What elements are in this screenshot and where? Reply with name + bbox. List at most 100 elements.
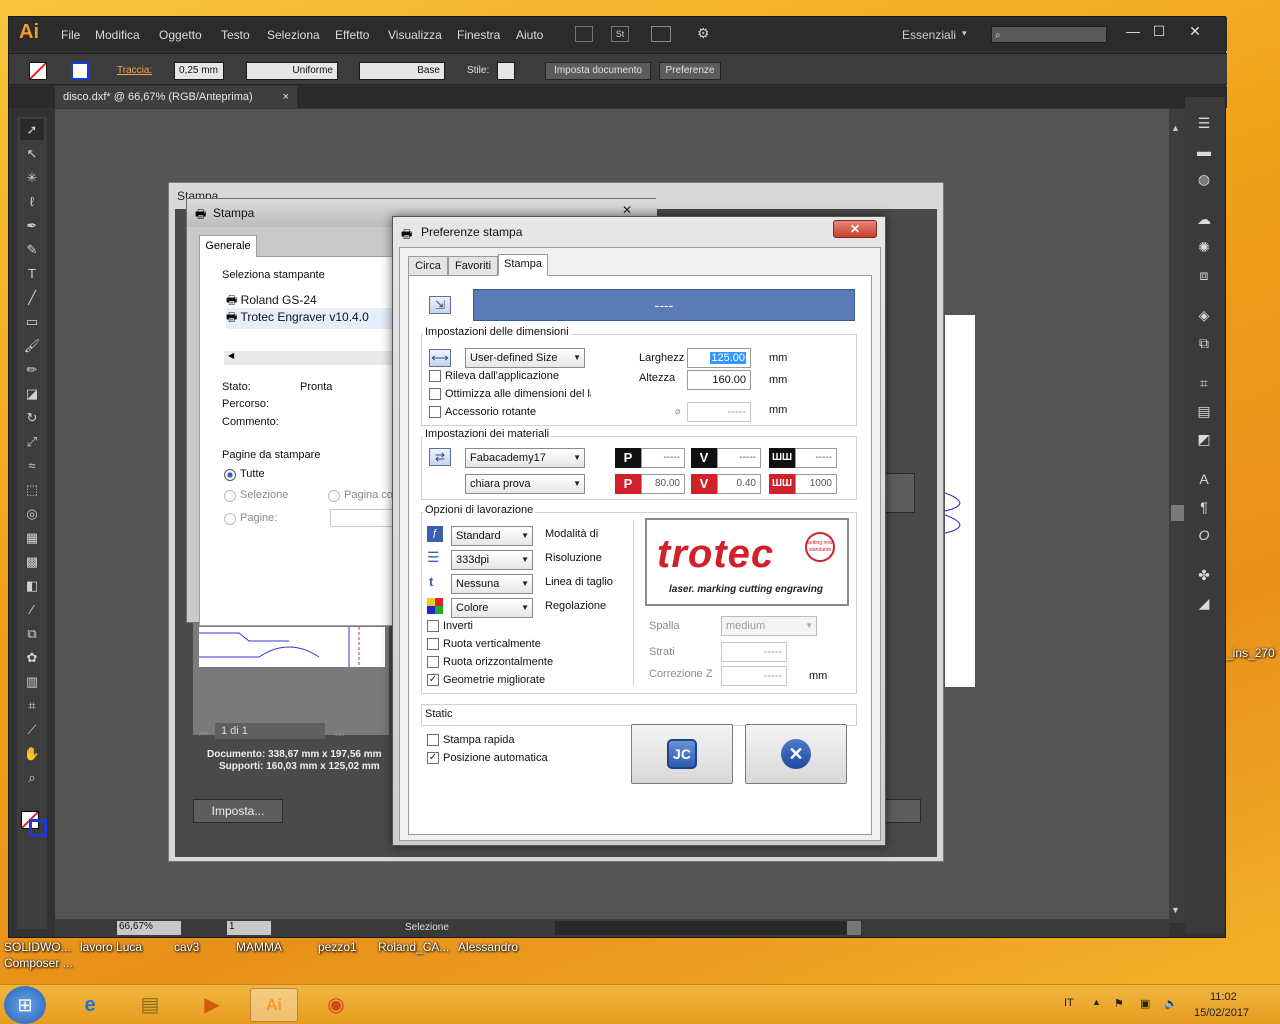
graphic-styles-icon[interactable]: ◢ <box>1193 593 1215 613</box>
pathfinder-panel-icon[interactable]: ◩ <box>1193 429 1215 449</box>
tab-circa[interactable]: Circa <box>408 256 448 276</box>
free-transform-icon[interactable]: ⬚ <box>20 479 44 500</box>
printer-settings-icon[interactable]: ⇲ <box>429 296 451 314</box>
preferences-button[interactable]: Preferenze <box>659 62 721 80</box>
menu-oggetto[interactable]: Oggetto <box>159 28 202 42</box>
menu-seleziona[interactable]: Seleziona <box>267 28 320 42</box>
search-input[interactable]: ⌕ <box>991 26 1107 43</box>
stroke-weight-input[interactable]: 0,25 mm <box>174 62 224 80</box>
bridge-icon[interactable] <box>575 26 593 42</box>
process-mode-select[interactable]: Standard ▼ <box>451 526 533 546</box>
export-panel-icon[interactable]: ⧈ <box>1193 265 1215 285</box>
cancel-button[interactable]: ✕ <box>745 724 847 784</box>
symbols-panel-icon[interactable]: ✺ <box>1193 237 1215 257</box>
blend-icon[interactable]: ⧉ <box>20 623 44 644</box>
diameter-input[interactable]: ----- <box>687 402 751 422</box>
layers-input[interactable]: ----- <box>721 642 787 662</box>
clock-time[interactable]: 11:02 <box>1210 991 1237 1003</box>
zoom-icon[interactable]: ⌕ <box>20 767 44 788</box>
swatches-panel-icon[interactable]: ◍ <box>1193 169 1215 189</box>
language-indicator[interactable]: IT <box>1064 997 1074 1009</box>
height-input[interactable]: 160.00 <box>687 370 751 390</box>
tab-stampa[interactable]: Stampa <box>498 254 548 276</box>
clock-date[interactable]: 15/02/2017 <box>1194 1007 1249 1019</box>
menu-modifica[interactable]: Modifica <box>95 28 140 42</box>
detect-from-app-checkbox[interactable] <box>429 370 441 382</box>
auto-position-checkbox[interactable]: ✓ <box>427 752 439 764</box>
scroll-up-icon[interactable]: ▲ <box>1171 123 1180 133</box>
stroke-swatch[interactable] <box>71 62 89 80</box>
material-select[interactable]: Fabacademy17 ▼ <box>465 448 585 468</box>
vertical-scrollbar[interactable]: ▲ ▼ <box>1169 109 1185 923</box>
align-panel-icon[interactable]: ▤ <box>1193 401 1215 421</box>
desktop-icon-label[interactable]: SOLIDWO... <box>4 940 71 954</box>
horizontal-scrollbar[interactable] <box>555 921 855 935</box>
style-swatch[interactable] <box>497 62 515 80</box>
color-panel-icon[interactable]: ▬ <box>1193 141 1215 161</box>
lasso-icon[interactable]: ℓ <box>20 191 44 212</box>
desktop-icon-label[interactable]: _ins_270 <box>1226 646 1275 660</box>
layers-panel-icon[interactable]: ◈ <box>1193 305 1215 325</box>
desktop-icon-label[interactable]: MAMMA <box>236 940 282 954</box>
magic-wand-icon[interactable]: ✳ <box>20 167 44 188</box>
properties-panel-icon[interactable]: ☰ <box>1193 113 1215 133</box>
first-page-icon[interactable]: ⏮ <box>199 729 208 740</box>
action-center-icon[interactable]: ⚑ <box>1114 997 1124 1010</box>
network-icon[interactable]: ▣ <box>1140 997 1150 1010</box>
desktop-icon-label[interactable]: Composer ... <box>4 956 73 970</box>
close-button[interactable]: ✕ <box>1181 20 1209 42</box>
close-icon[interactable]: × <box>283 86 289 108</box>
radio-current-page[interactable] <box>328 490 340 502</box>
pencil-icon[interactable]: ✏ <box>20 359 44 380</box>
resolution-select[interactable]: 333dpi ▼ <box>451 550 533 570</box>
document-tab[interactable]: disco.dxf* @ 66,67% (RGB/Anteprima) × <box>55 86 297 108</box>
desktop-icon-label[interactable]: lavoro Luca <box>80 940 142 954</box>
document-setup-button[interactable]: Imposta documento <box>545 62 651 80</box>
transform-panel-icon[interactable]: ⌗ <box>1193 373 1215 393</box>
desktop-icon-label[interactable]: cav3 <box>174 940 199 954</box>
symbol-sprayer-icon[interactable]: ✿ <box>20 647 44 668</box>
workspace-switcher[interactable]: Essenziali <box>902 28 956 42</box>
menu-finestra[interactable]: Finestra <box>457 28 500 42</box>
eyedropper-icon[interactable]: ⁄ <box>20 599 44 620</box>
menu-effetto[interactable]: Effetto <box>335 28 369 42</box>
thickness-select[interactable]: medium ▼ <box>721 616 817 636</box>
file-explorer-icon[interactable]: ▤ <box>126 988 174 1022</box>
media-player-icon[interactable]: ▶ <box>188 988 236 1022</box>
rotary-checkbox[interactable] <box>429 406 441 418</box>
last-page-icon[interactable]: ⏭ <box>335 729 344 740</box>
mesh-icon[interactable]: ▩ <box>20 551 44 572</box>
menu-file[interactable]: File <box>61 28 80 42</box>
stock-icon[interactable]: St <box>611 26 629 42</box>
radio-all[interactable] <box>224 469 236 481</box>
preset-select[interactable]: chiara prova ▼ <box>465 474 585 494</box>
start-button[interactable]: ⊞ <box>4 986 46 1024</box>
arrange-documents-icon[interactable] <box>651 26 671 42</box>
internet-explorer-icon[interactable]: e <box>66 988 114 1022</box>
stroke-color-icon[interactable] <box>29 819 47 837</box>
volume-icon[interactable]: 🔈 <box>1164 997 1178 1010</box>
perspective-grid-icon[interactable]: ▦ <box>20 527 44 548</box>
radio-selection[interactable] <box>224 490 236 502</box>
zoom-level-field[interactable]: 66,67% <box>117 921 181 935</box>
sync-icon[interactable]: ⚙ <box>697 25 710 42</box>
color-adjust-select[interactable]: Colore ▼ <box>451 598 533 618</box>
size-select[interactable]: User-defined Size ▼ <box>465 348 585 368</box>
cutline-select[interactable]: Nessuna ▼ <box>451 574 533 594</box>
tab-favoriti[interactable]: Favoriti <box>448 256 498 276</box>
appearance-panel-icon[interactable]: ✤ <box>1193 565 1215 585</box>
scroll-down-icon[interactable]: ▼ <box>1171 905 1180 915</box>
radio-pages[interactable] <box>224 513 236 525</box>
desktop-icon-label[interactable]: pezzo1 <box>318 940 357 954</box>
fill-swatch[interactable] <box>29 62 47 80</box>
paintbrush-icon[interactable]: 🖌 <box>20 335 44 356</box>
character-panel-icon[interactable]: A <box>1193 469 1215 489</box>
setup-button[interactable]: Imposta... <box>193 799 283 823</box>
rotate-icon[interactable]: ↻ <box>20 407 44 428</box>
show-hidden-icons-icon[interactable]: ▲ <box>1092 997 1101 1007</box>
rectangle-tool-icon[interactable]: ▭ <box>20 311 44 332</box>
pages-range-input[interactable] <box>330 509 400 527</box>
optimize-checkbox[interactable] <box>429 388 441 400</box>
print-button[interactable] <box>881 799 921 823</box>
pen-tool-icon[interactable]: ✒ <box>20 215 44 236</box>
